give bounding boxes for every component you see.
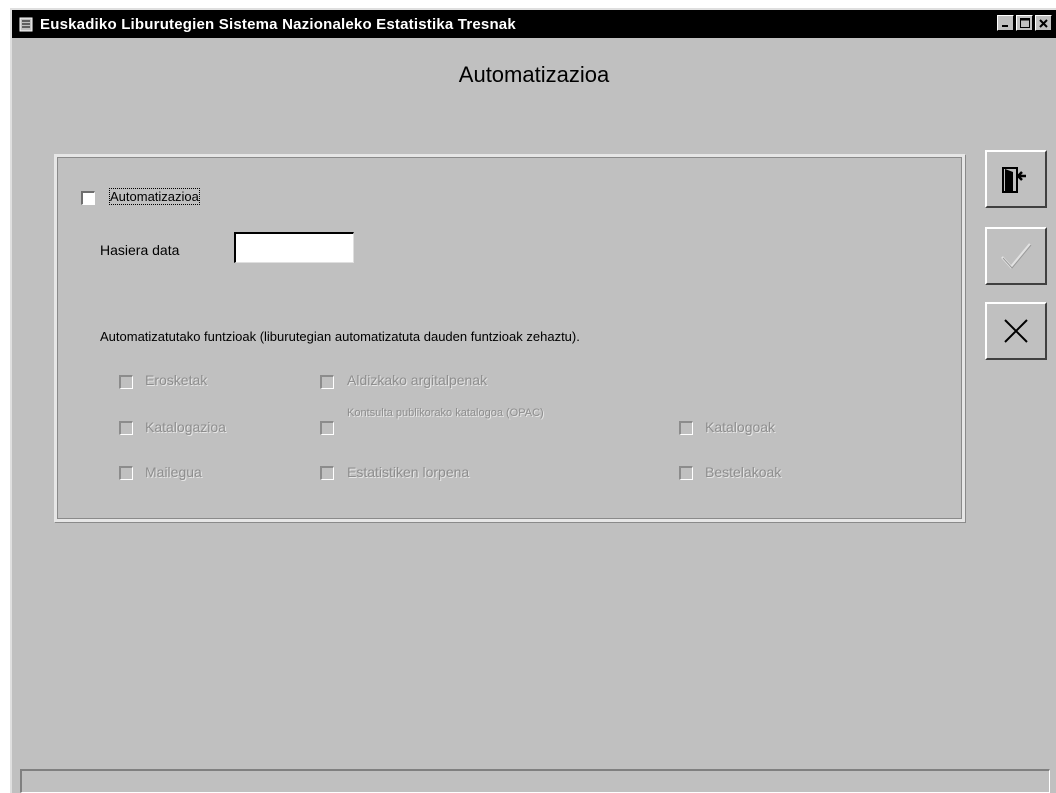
title-bar[interactable]: Euskadiko Liburutegien Sistema Nazionale… xyxy=(12,10,1056,38)
exit-button[interactable] xyxy=(985,150,1047,208)
close-icon xyxy=(1039,18,1048,28)
cancel-button[interactable] xyxy=(985,302,1047,360)
automation-group: Automatizazioa Hasiera data Automatizatu… xyxy=(54,154,965,522)
automatizazioa-checkbox[interactable] xyxy=(81,191,95,205)
exit-door-icon xyxy=(1002,167,1026,193)
opac-checkbox[interactable] xyxy=(320,421,334,435)
functions-caption: Automatizatutako funtzioak (liburutegian… xyxy=(100,329,580,344)
minimize-icon xyxy=(1002,24,1008,27)
opac-label: Kontsulta publikorako katalogoa (OPAC) xyxy=(347,408,544,419)
katalogoak-label: Katalogoak xyxy=(705,419,776,435)
start-date-label: Hasiera data xyxy=(100,242,180,258)
aldizkako-argitalpenak-checkbox[interactable] xyxy=(320,375,334,389)
start-date-input[interactable] xyxy=(234,232,354,263)
estatistiken-lorpena-label: Estatistiken lorpena xyxy=(347,464,470,480)
maximize-icon xyxy=(1019,18,1030,28)
x-icon xyxy=(1004,319,1028,343)
bestelakoak-label: Bestelakoak xyxy=(705,464,782,480)
katalogazioa-checkbox[interactable] xyxy=(119,421,133,435)
minimize-button[interactable] xyxy=(997,15,1014,31)
status-bar xyxy=(20,769,1050,793)
app-window: Euskadiko Liburutegien Sistema Nazionale… xyxy=(10,8,1056,793)
katalogazioa-label: Katalogazioa xyxy=(145,419,226,435)
bestelakoak-checkbox[interactable] xyxy=(679,466,693,480)
maximize-button[interactable] xyxy=(1016,15,1033,31)
app-book-icon[interactable] xyxy=(18,16,34,32)
mailegua-label: Mailegua xyxy=(145,464,202,480)
mailegua-checkbox[interactable] xyxy=(119,466,133,480)
accept-button[interactable] xyxy=(985,227,1047,285)
page-heading: Automatizazioa xyxy=(458,62,610,87)
katalogoak-checkbox[interactable] xyxy=(679,421,693,435)
window-title: Euskadiko Liburutegien Sistema Nazionale… xyxy=(40,15,516,33)
estatistiken-lorpena-checkbox[interactable] xyxy=(320,466,334,480)
erosketak-label: Erosketak xyxy=(145,372,208,388)
aldizkako-argitalpenak-label: Aldizkako argitalpenak xyxy=(347,372,488,388)
automatizazioa-label[interactable]: Automatizazioa xyxy=(109,188,200,205)
checkmark-icon xyxy=(1001,243,1032,269)
close-button[interactable] xyxy=(1035,15,1052,31)
erosketak-checkbox[interactable] xyxy=(119,375,133,389)
